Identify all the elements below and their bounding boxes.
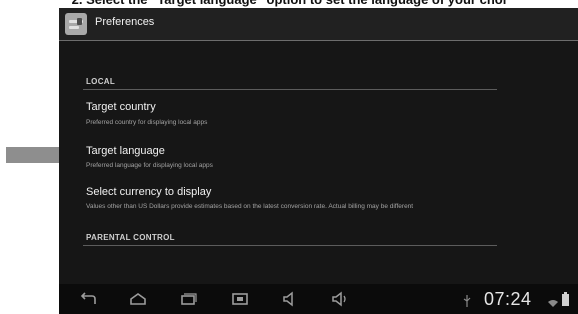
section-header-parental-control: PARENTAL CONTROL: [86, 233, 175, 242]
usb-icon: [463, 294, 471, 312]
preference-summary: Preferred language for displaying local …: [86, 162, 213, 169]
back-icon[interactable]: [79, 291, 97, 307]
screenshot-icon[interactable]: [231, 291, 249, 307]
navigation-bar: 07:24: [59, 284, 578, 314]
recent-apps-icon[interactable]: [179, 291, 197, 307]
section-header-local: LOCAL: [86, 77, 116, 86]
wifi-icon: [547, 295, 559, 313]
manual-page: 2. Select the "Target language" option t…: [0, 0, 578, 314]
volume-down-icon[interactable]: [281, 291, 299, 307]
battery-icon: [562, 292, 569, 311]
preferences-list: LOCAL Target country Preferred country f…: [59, 41, 578, 271]
instruction-text: 2. Select the "Target language" option t…: [0, 0, 578, 8]
home-icon[interactable]: [129, 291, 147, 307]
tablet-screen: Preferences LOCAL Target country Preferr…: [59, 8, 578, 314]
preference-title: Select currency to display: [86, 186, 212, 198]
preferences-app-icon[interactable]: [65, 13, 87, 35]
section-divider: [83, 89, 497, 90]
clock: 07:24: [484, 289, 532, 309]
preference-title: Target country: [86, 101, 156, 113]
page-title: Preferences: [95, 16, 155, 28]
preference-summary: Preferred country for displaying local a…: [86, 119, 208, 126]
section-divider: [83, 245, 497, 246]
preference-summary: Values other than US Dollars provide est…: [86, 203, 414, 210]
preference-title: Target language: [86, 145, 165, 157]
volume-up-icon[interactable]: [331, 291, 349, 307]
action-bar: Preferences: [59, 8, 578, 41]
